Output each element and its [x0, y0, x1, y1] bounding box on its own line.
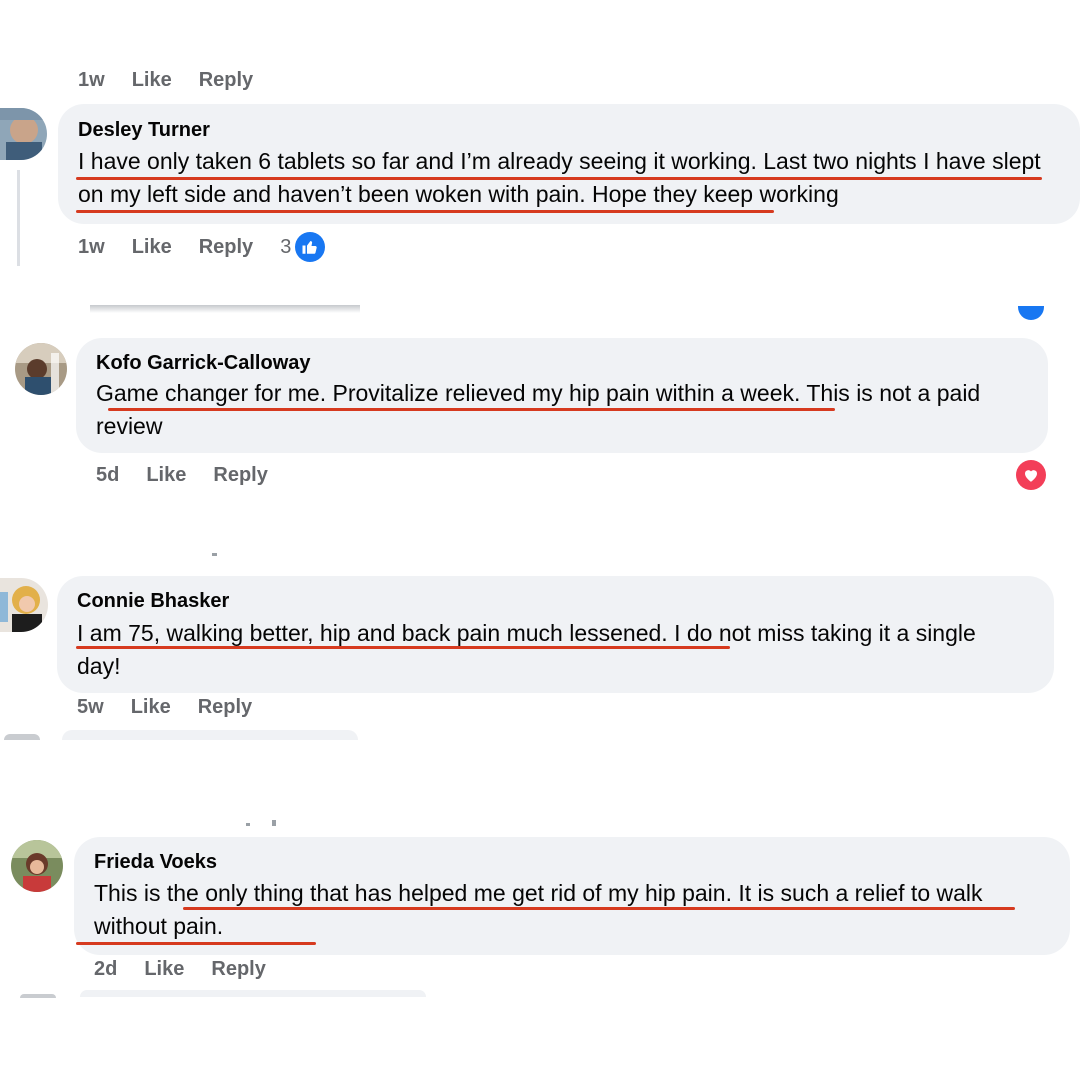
reply-button[interactable]: Reply — [213, 464, 267, 487]
highlight-underline — [108, 408, 835, 411]
reply-button[interactable]: Reply — [211, 958, 265, 981]
reply-thread-line — [17, 170, 20, 266]
like-button[interactable]: Like — [144, 958, 184, 981]
cropped-artifact — [212, 553, 217, 556]
cropped-avatar-remnant — [20, 994, 56, 998]
reaction-summary[interactable]: 3 — [280, 232, 326, 262]
cropped-avatar-remnant — [4, 734, 40, 740]
comment-actions: 1w Like Reply — [78, 69, 253, 92]
like-button[interactable]: Like — [132, 236, 172, 259]
cropped-artifact — [272, 820, 276, 826]
comment-author[interactable]: Connie Bhasker — [77, 590, 229, 613]
comment-actions: 5d Like Reply — [96, 464, 268, 487]
highlight-underline — [76, 177, 1042, 180]
cropped-row-remnant — [90, 305, 360, 313]
comment-text: I am 75, walking better, hip and back pa… — [77, 620, 976, 679]
cropped-artifact — [246, 823, 250, 826]
cropped-bubble-remnant — [80, 990, 426, 997]
comment-actions: 1w Like Reply 3 — [78, 232, 326, 262]
comment-timestamp[interactable]: 5w — [77, 696, 104, 719]
reaction-count: 3 — [280, 235, 292, 258]
comment-timestamp[interactable]: 5d — [96, 464, 119, 487]
comment-author[interactable]: Kofo Garrick-Calloway — [96, 352, 311, 375]
reply-button[interactable]: Reply — [199, 236, 253, 259]
reply-button[interactable]: Reply — [199, 69, 253, 92]
avatar[interactable] — [11, 840, 63, 892]
comment-actions: 5w Like Reply — [77, 696, 252, 719]
avatar[interactable] — [15, 343, 67, 395]
avatar[interactable] — [0, 578, 48, 632]
avatar[interactable] — [0, 108, 47, 160]
comment-author[interactable]: Desley Turner — [78, 119, 210, 142]
like-icon — [295, 232, 326, 262]
comment-author[interactable]: Frieda Voeks — [94, 851, 217, 874]
comment-timestamp[interactable]: 2d — [94, 958, 117, 981]
love-icon[interactable] — [1016, 460, 1046, 490]
highlight-underline — [76, 210, 774, 213]
like-button[interactable]: Like — [132, 69, 172, 92]
cropped-badge-remnant — [1018, 306, 1044, 320]
like-button[interactable]: Like — [131, 696, 171, 719]
highlight-underline — [76, 646, 730, 649]
reply-button[interactable]: Reply — [198, 696, 252, 719]
comment-timestamp[interactable]: 1w — [78, 236, 105, 259]
comment-actions: 2d Like Reply — [94, 958, 266, 981]
highlight-underline — [183, 907, 1015, 910]
cropped-bubble-remnant — [62, 730, 358, 740]
comment-text: This is the only thing that has helped m… — [94, 880, 983, 939]
comment-timestamp[interactable]: 1w — [78, 69, 105, 92]
highlight-underline — [76, 942, 316, 945]
like-button[interactable]: Like — [146, 464, 186, 487]
